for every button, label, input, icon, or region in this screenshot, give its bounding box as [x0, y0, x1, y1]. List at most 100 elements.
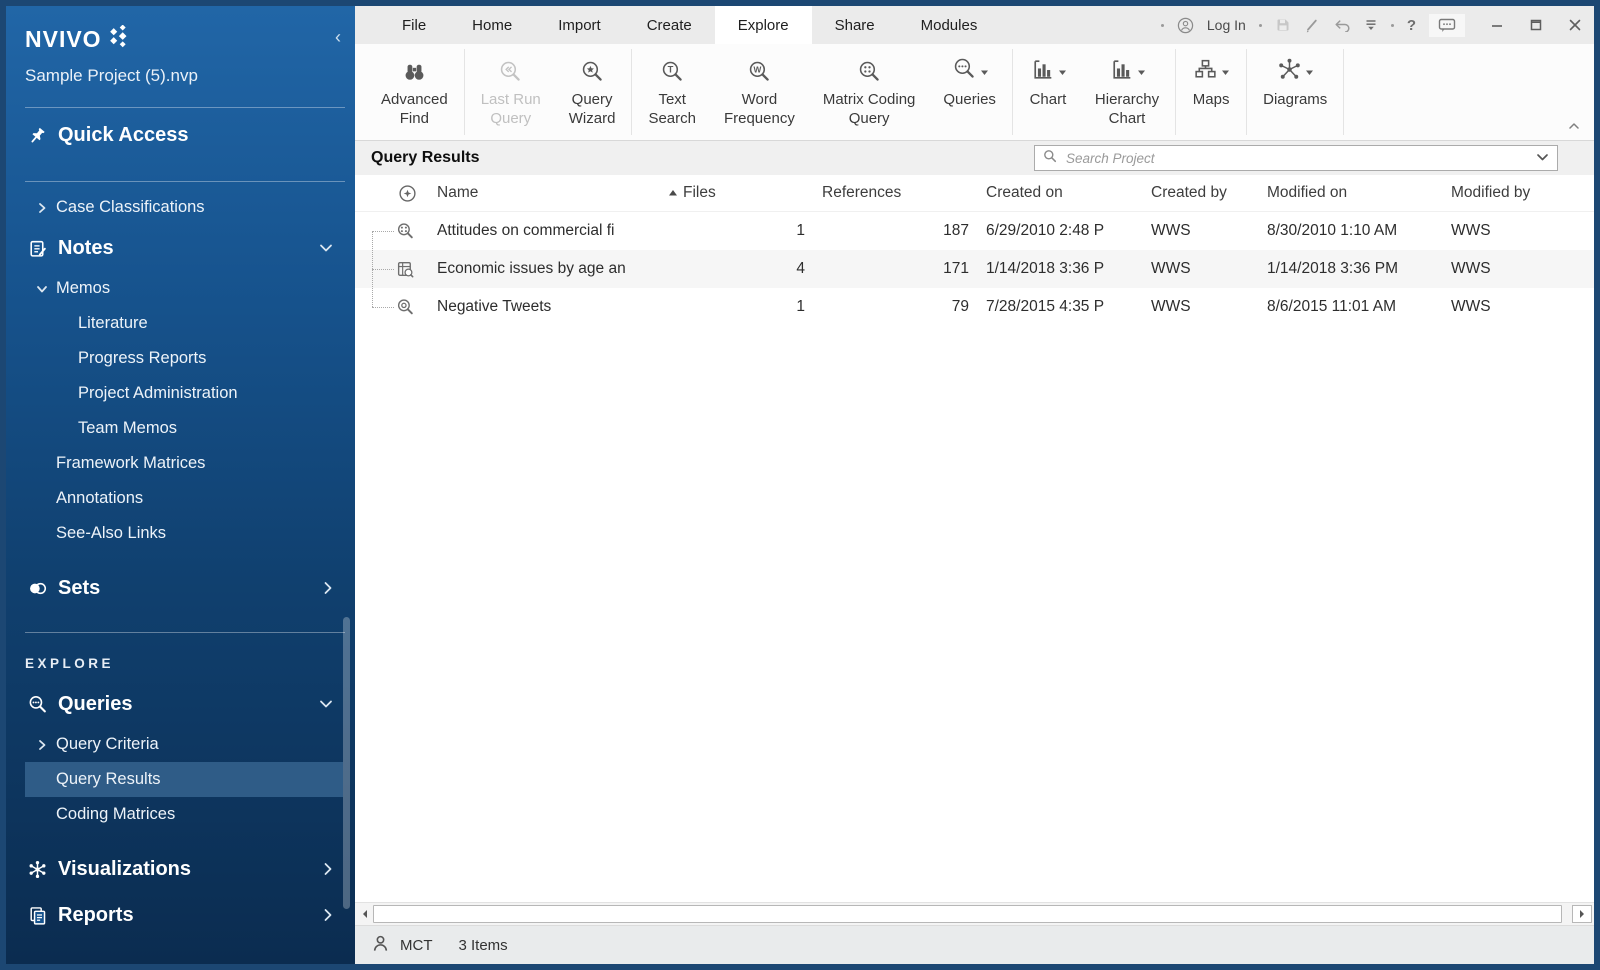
maps-button[interactable]: Maps: [1178, 44, 1244, 140]
sidebar-item-sets[interactable]: Sets: [25, 565, 343, 611]
sidebar-scrollbar-thumb[interactable]: [343, 617, 350, 909]
sidebar-item-label: Reports: [58, 904, 134, 927]
column-header-created-by[interactable]: Created by: [1146, 184, 1262, 202]
pencil-icon[interactable]: [1304, 17, 1320, 33]
scrollbar-thumb[interactable]: [373, 905, 1562, 923]
search-dropdown-caret-icon[interactable]: [1536, 149, 1549, 167]
help-icon[interactable]: ?: [1407, 17, 1416, 34]
sidebar-item-visualizations[interactable]: Visualizations: [25, 846, 343, 892]
advanced-find-button[interactable]: Advanced Find: [367, 44, 462, 140]
sidebar-item-label: Query Criteria: [56, 735, 159, 754]
close-icon[interactable]: [1568, 18, 1582, 32]
scroll-right-arrow[interactable]: [1572, 905, 1592, 923]
menu-home[interactable]: Home: [449, 6, 535, 44]
customize-toolbar-icon[interactable]: [1364, 18, 1378, 32]
dropdown-caret-icon: [1058, 63, 1067, 81]
query-wizard-button[interactable]: Query Wizard: [555, 44, 630, 140]
panel-header: Query Results Search Project: [355, 141, 1594, 175]
chevron-down-icon: [36, 283, 56, 295]
undo-icon[interactable]: [1333, 18, 1351, 32]
hierarchy-chart-button[interactable]: Hierarchy Chart: [1081, 44, 1173, 140]
sidebar-item-label: Queries: [58, 693, 132, 716]
horizontal-scrollbar: [355, 902, 1594, 925]
menu-file[interactable]: File: [379, 6, 449, 44]
table-row[interactable]: Attitudes on commercial fi 1 187 6/29/20…: [355, 212, 1594, 250]
column-header-modified-by[interactable]: Modified by: [1446, 184, 1594, 202]
sidebar-item-label: See-Also Links: [56, 524, 166, 543]
sidebar-item-memos[interactable]: Memos: [25, 271, 343, 306]
sidebar-item-label: Sets: [58, 577, 100, 600]
diagrams-button[interactable]: Diagrams: [1249, 44, 1341, 140]
ribbon-label: Search: [648, 109, 696, 128]
menu-create[interactable]: Create: [624, 6, 715, 44]
sidebar-item-reports[interactable]: Reports: [25, 892, 343, 938]
feedback-bubble-icon[interactable]: [1429, 14, 1465, 37]
sidebar-item-label: Notes: [58, 237, 114, 260]
matrix-query-result-icon: [396, 222, 437, 241]
search-input[interactable]: Search Project: [1034, 145, 1558, 171]
cell-name: Attitudes on commercial fi: [437, 222, 666, 240]
sidebar-item-notes[interactable]: Notes: [25, 225, 343, 271]
menu-share[interactable]: Share: [812, 6, 898, 44]
chevron-down-icon: [319, 243, 333, 253]
table-row[interactable]: Negative Tweets 1 79 7/28/2015 4:35 P WW…: [355, 288, 1594, 326]
sidebar-item-case-classifications[interactable]: Case Classifications: [25, 190, 343, 225]
maximize-icon[interactable]: [1529, 18, 1543, 32]
sidebar-item-coding-matrices[interactable]: Coding Matrices: [25, 797, 343, 832]
column-header-name[interactable]: Name: [437, 184, 666, 202]
text-search-icon: T: [659, 54, 686, 90]
collapse-ribbon-icon[interactable]: [1568, 117, 1580, 135]
ribbon-separator: [1012, 49, 1013, 135]
sidebar-item-label: Query Results: [56, 770, 161, 789]
menu-bar: File Home Import Create Explore Share Mo…: [355, 6, 1594, 44]
quick-access-label: Quick Access: [58, 124, 188, 147]
chart-button[interactable]: Chart: [1015, 44, 1081, 140]
column-header-references[interactable]: References: [817, 184, 981, 202]
cell-modified-on: 1/14/2018 3:36 PM: [1262, 260, 1446, 278]
cell-modified-by: WWS: [1446, 298, 1594, 316]
scroll-left-arrow[interactable]: [357, 905, 373, 923]
sidebar-item-progress-reports[interactable]: Progress Reports: [25, 341, 343, 376]
table-row[interactable]: Economic issues by age an 4 171 1/14/201…: [355, 250, 1594, 288]
sidebar-item-query-criteria[interactable]: Query Criteria: [25, 727, 343, 762]
sidebar-item-label: Memos: [56, 279, 110, 298]
column-header-created-on[interactable]: Created on: [981, 184, 1146, 202]
last-run-query-icon: [497, 54, 524, 90]
sidebar-item-project-administration[interactable]: Project Administration: [25, 376, 343, 411]
minimize-icon[interactable]: [1490, 18, 1504, 32]
save-icon[interactable]: [1275, 17, 1291, 33]
sidebar-divider: [25, 632, 345, 633]
sidebar-item-framework-matrices[interactable]: Framework Matrices: [25, 446, 343, 481]
chevron-right-icon: [323, 862, 333, 876]
word-frequency-button[interactable]: W Word Frequency: [710, 44, 809, 140]
chevron-down-icon: [319, 699, 333, 709]
sidebar-item-quick-access[interactable]: Quick Access: [25, 110, 343, 160]
last-run-query-button[interactable]: Last Run Query: [467, 44, 555, 140]
sidebar-item-see-also-links[interactable]: See-Also Links: [25, 516, 343, 551]
sidebar-item-query-results[interactable]: Query Results: [25, 762, 343, 797]
login-button[interactable]: Log In: [1207, 17, 1246, 33]
user-icon[interactable]: [1177, 17, 1194, 34]
sidebar-item-literature[interactable]: Literature: [25, 306, 343, 341]
menu-explore[interactable]: Explore: [715, 6, 812, 44]
binoculars-icon: [401, 54, 428, 90]
sidebar-collapse-icon[interactable]: ‹: [335, 28, 341, 46]
expand-all-icon[interactable]: [398, 184, 417, 203]
sidebar-item-label: Framework Matrices: [56, 454, 205, 473]
sidebar-item-label: Visualizations: [58, 858, 191, 881]
column-header-modified-on[interactable]: Modified on: [1262, 184, 1446, 202]
sidebar-item-team-memos[interactable]: Team Memos: [25, 411, 343, 446]
text-search-button[interactable]: T Text Search: [634, 44, 710, 140]
maps-icon: [1192, 56, 1219, 88]
matrix-coding-query-button[interactable]: Matrix Coding Query: [809, 44, 930, 140]
sidebar-item-queries[interactable]: Queries: [25, 681, 343, 727]
sidebar-item-label: Literature: [78, 314, 148, 333]
menu-modules[interactable]: Modules: [898, 6, 1001, 44]
sidebar-item-label: Project Administration: [78, 384, 238, 403]
chevron-right-icon: [323, 908, 333, 922]
column-header-files[interactable]: Files: [666, 184, 817, 202]
queries-button[interactable]: Queries: [929, 44, 1010, 140]
menu-import[interactable]: Import: [535, 6, 624, 44]
sidebar-item-annotations[interactable]: Annotations: [25, 481, 343, 516]
app-window: NVIVO ‹ Sample Project (5).nvp: [0, 0, 1600, 970]
